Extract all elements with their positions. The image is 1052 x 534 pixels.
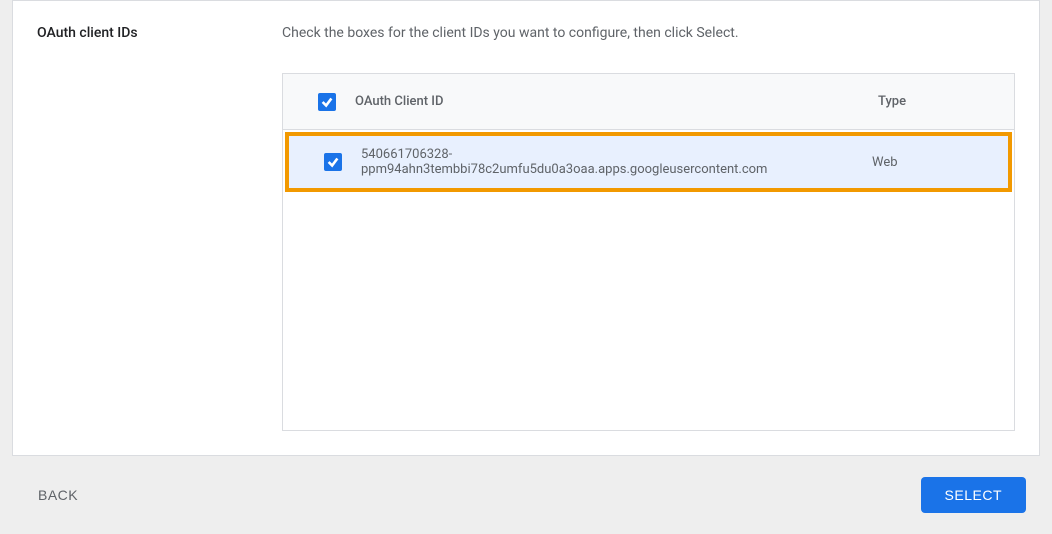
highlighted-row-frame: 540661706328-ppm94ahn3tembbi78c2umfu5du0… [285,132,1012,192]
check-icon [326,155,340,169]
section-label: OAuth client IDs [37,25,282,431]
select-all-checkbox[interactable] [318,93,336,111]
table-header-row: OAuth Client ID Type [283,74,1014,130]
table-row[interactable]: 540661706328-ppm94ahn3tembbi78c2umfu5du0… [289,136,1008,188]
header-type: Type [878,94,998,109]
row-client-id: 540661706328-ppm94ahn3tembbi78c2umfu5du0… [361,147,872,177]
row-type: Web [872,155,992,170]
row-checkbox[interactable] [324,153,342,171]
dialog-footer: Back Select [0,456,1052,534]
header-checkbox-cell [299,93,355,111]
back-button[interactable]: Back [26,479,90,511]
client-ids-table: OAuth Client ID Type 540661706328-ppm94a… [282,73,1015,431]
header-client-id: OAuth Client ID [355,94,878,109]
check-icon [320,95,334,109]
instruction-text: Check the boxes for the client IDs you w… [282,25,1015,41]
select-button[interactable]: Select [921,477,1026,513]
oauth-client-ids-panel: OAuth client IDs Check the boxes for the… [12,0,1040,456]
section-content: Check the boxes for the client IDs you w… [282,25,1015,431]
row-checkbox-cell [305,153,361,171]
